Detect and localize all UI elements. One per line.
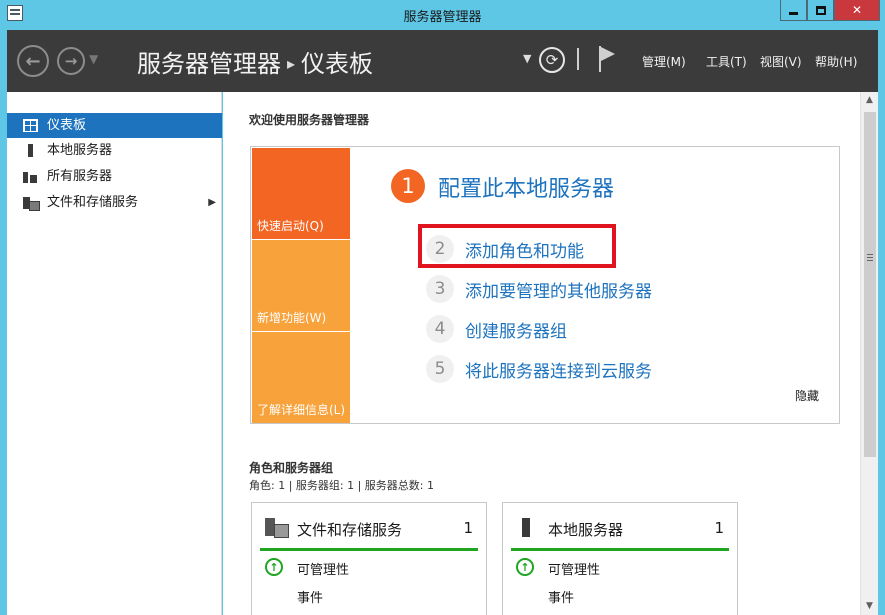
menu-view[interactable]: 视图(V) <box>760 53 802 70</box>
sidebar-item-file-storage[interactable]: 文件和存储服务 ▶ <box>7 190 222 215</box>
dashboard-icon <box>23 119 38 132</box>
tile-label: 了解详细信息(L) <box>257 403 346 417</box>
refresh-icon: ⟳ <box>545 51 559 69</box>
tile-label: 快速启动(Q) <box>257 219 324 233</box>
roles-summary: 角色: 1 | 服务器组: 1 | 服务器总数: 1 <box>249 479 435 492</box>
card-title[interactable]: 本地服务器 <box>548 519 623 540</box>
sidebar-item-label: 所有服务器 <box>47 169 113 184</box>
step-1-number: 1 <box>391 169 425 203</box>
history-dropdown-icon[interactable]: ▼ <box>89 52 98 66</box>
card-count: 1 <box>463 519 473 537</box>
app-header: ← → ▼ 服务器管理器 ▸ 仪表板 ▼ ⟳ 管理(M) 工具(T) 视图(V) 帮… <box>7 30 878 92</box>
events-row[interactable]: 事件 <box>297 587 323 606</box>
tile-quick-start[interactable]: 快速启动(Q) <box>252 148 350 239</box>
sidebar: 仪表板 本地服务器 所有服务器 文件和存储服务 ▶ <box>7 92 222 615</box>
step-5-number: 5 <box>426 355 454 383</box>
file-storage-icon <box>23 196 40 211</box>
title-bar: 服务器管理器 ✕ <box>0 0 885 30</box>
expand-arrow-icon[interactable]: ▶ <box>208 190 216 215</box>
card-count: 1 <box>714 519 724 537</box>
vertical-scrollbar[interactable]: ▲ ▼ <box>860 92 878 615</box>
hide-link[interactable]: 隐藏 <box>795 387 819 404</box>
forward-button[interactable]: → <box>57 47 85 75</box>
highlight-box <box>418 224 616 268</box>
sidebar-item-label: 仪表板 <box>47 118 87 133</box>
menu-manage[interactable]: 管理(M) <box>642 53 686 70</box>
manageability-row[interactable]: 可管理性 <box>297 559 349 578</box>
scroll-down-icon[interactable]: ▼ <box>861 598 878 615</box>
welcome-panel: 快速启动(Q) 新增功能(W) 了解详细信息(L) 1 配置此本地服务器 2 添… <box>250 146 840 424</box>
sidebar-item-label: 文件和存储服务 <box>47 195 139 210</box>
tile-label: 新增功能(W) <box>257 311 327 325</box>
sidebar-item-label: 本地服务器 <box>47 143 113 158</box>
menu-help[interactable]: 帮助(H) <box>815 53 857 70</box>
events-row[interactable]: 事件 <box>548 587 574 606</box>
scroll-up-icon[interactable]: ▲ <box>861 92 878 109</box>
create-server-group-link[interactable]: 创建服务器组 <box>465 317 567 342</box>
header-dropdown-icon[interactable]: ▼ <box>523 52 531 65</box>
header-divider <box>577 48 579 70</box>
server-icon <box>516 518 538 538</box>
back-arrow-icon: ← <box>25 50 41 72</box>
grip-icon <box>867 254 873 261</box>
step-4-number: 4 <box>426 315 454 343</box>
card-status-bar <box>511 548 729 551</box>
window-title: 服务器管理器 <box>403 10 482 25</box>
roles-section-title: 角色和服务器组 <box>249 461 334 475</box>
menu-tools[interactable]: 工具(T) <box>706 53 747 70</box>
role-card-local-server[interactable]: 本地服务器 1 ↑ 可管理性 事件 <box>502 502 738 615</box>
breadcrumb: 服务器管理器 ▸ 仪表板 <box>137 44 373 79</box>
refresh-button[interactable]: ⟳ <box>539 47 565 73</box>
configure-local-server-link[interactable]: 配置此本地服务器 <box>438 171 614 203</box>
close-icon: ✕ <box>851 3 863 17</box>
maximize-icon <box>815 5 826 15</box>
status-ok-icon: ↑ <box>265 558 283 576</box>
server-icon <box>28 144 33 157</box>
minimize-button[interactable] <box>780 0 807 21</box>
breadcrumb-separator: ▸ <box>287 54 296 73</box>
back-button[interactable]: ← <box>17 45 49 77</box>
forward-arrow-icon: → <box>64 52 78 70</box>
welcome-title: 欢迎使用服务器管理器 <box>249 113 370 127</box>
connect-cloud-services-link[interactable]: 将此服务器连接到云服务 <box>465 357 652 382</box>
main-content: 欢迎使用服务器管理器 快速启动(Q) 新增功能(W) 了解详细信息(L) 1 配… <box>223 92 860 615</box>
tile-whats-new[interactable]: 新增功能(W) <box>252 240 350 331</box>
sidebar-item-all-servers[interactable]: 所有服务器 <box>7 164 222 189</box>
file-storage-icon <box>265 518 289 538</box>
sidebar-item-dashboard[interactable]: 仪表板 <box>7 113 222 138</box>
scrollbar-thumb[interactable] <box>864 112 876 457</box>
card-status-bar <box>260 548 478 551</box>
breadcrumb-root[interactable]: 服务器管理器 <box>137 50 281 78</box>
sidebar-item-local-server[interactable]: 本地服务器 <box>7 138 222 163</box>
tile-learn-more[interactable]: 了解详细信息(L) <box>252 332 350 423</box>
status-ok-icon: ↑ <box>516 558 534 576</box>
breadcrumb-current: 仪表板 <box>301 50 374 78</box>
notifications-flag-icon[interactable] <box>599 46 617 72</box>
minimize-icon <box>789 11 798 15</box>
maximize-button[interactable] <box>807 0 834 21</box>
close-button[interactable]: ✕ <box>834 0 880 21</box>
manageability-row[interactable]: 可管理性 <box>548 559 600 578</box>
add-other-servers-link[interactable]: 添加要管理的其他服务器 <box>465 277 652 302</box>
step-3-number: 3 <box>426 275 454 303</box>
servers-icon <box>23 170 38 183</box>
role-card-file-storage[interactable]: 文件和存储服务 1 ↑ 可管理性 事件 <box>251 502 487 615</box>
card-title[interactable]: 文件和存储服务 <box>297 519 402 540</box>
